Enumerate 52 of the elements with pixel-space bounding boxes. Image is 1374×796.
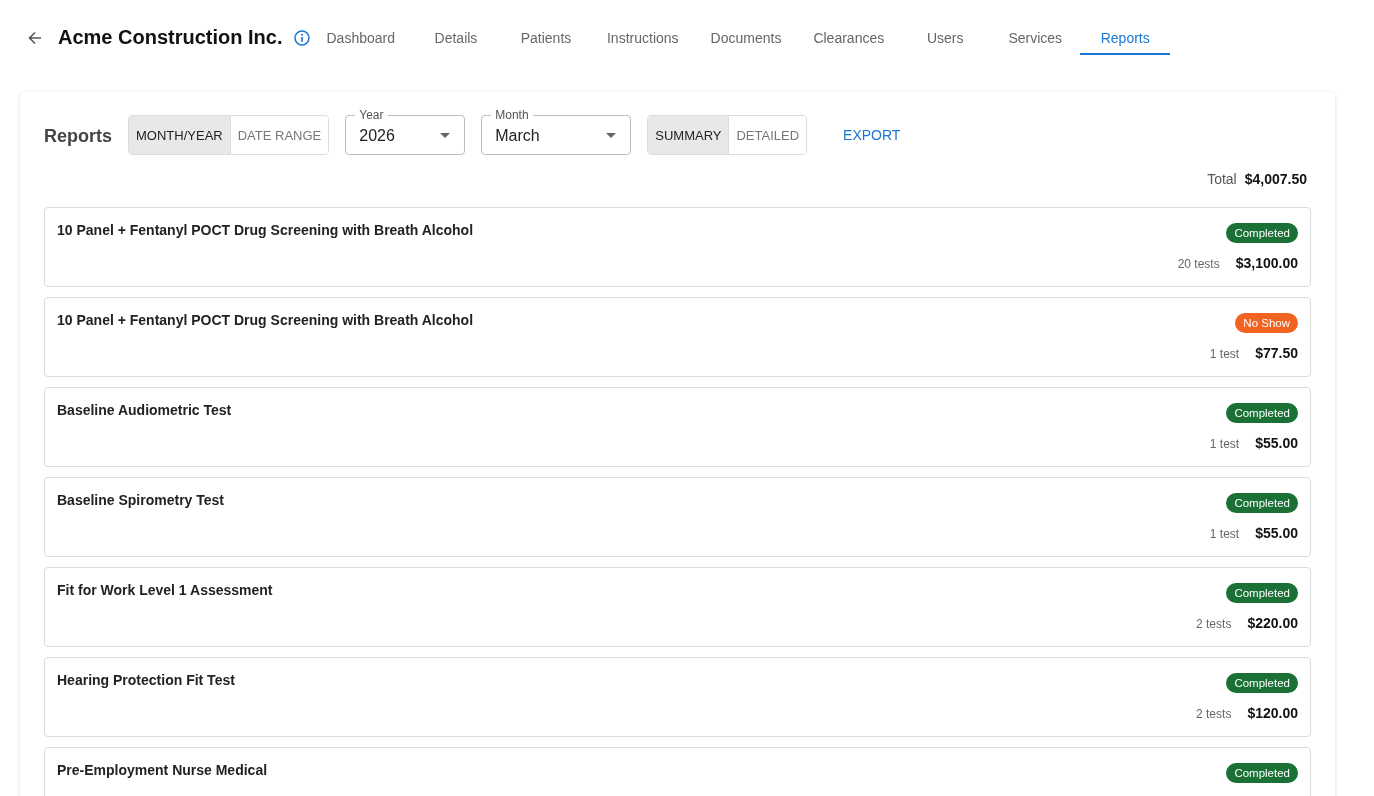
test-count: 2 tests xyxy=(1196,706,1232,723)
company-title: Acme Construction Inc. xyxy=(58,26,283,49)
test-count: 1 test xyxy=(1209,346,1240,363)
nav-tab[interactable]: Patients xyxy=(501,20,591,55)
total-amount: $4,007.50 xyxy=(1244,171,1307,187)
field-value: 2026 xyxy=(359,126,396,145)
toggle-button[interactable]: DATE RANGE xyxy=(229,116,329,154)
service-amount: $55.00 xyxy=(1255,434,1298,453)
toggle-button[interactable]: SUMMARY xyxy=(648,116,729,154)
test-count: 2 tests xyxy=(1196,616,1232,633)
service-name: Baseline Audiometric Test xyxy=(57,401,232,420)
service-name: Baseline Spirometry Test xyxy=(57,491,225,510)
service-amount: $3,100.00 xyxy=(1235,254,1298,273)
nav-tab[interactable]: Reports xyxy=(1080,20,1171,55)
nav-tab[interactable]: Details xyxy=(411,20,501,55)
info-icon[interactable] xyxy=(294,29,311,46)
service-amount: $77.50 xyxy=(1255,344,1298,363)
service-name: Pre-Employment Nurse Medical xyxy=(57,761,268,780)
status-badge: No Show xyxy=(1235,313,1298,333)
status-badge: Completed xyxy=(1226,493,1298,513)
section-title: Reports xyxy=(44,124,112,147)
nav-tab[interactable]: Clearances xyxy=(797,20,901,55)
back-arrow-icon xyxy=(28,30,42,45)
service-name: 10 Panel + Fentanyl POCT Drug Screening with Breath Alcohol xyxy=(57,221,474,240)
status-badge: Completed xyxy=(1226,403,1298,423)
export-button[interactable]: EXPORT xyxy=(831,121,913,149)
toggle-button[interactable]: MONTH/YEAR xyxy=(129,116,230,154)
status-badge: Completed xyxy=(1226,763,1298,783)
nav-tab[interactable]: Services xyxy=(990,20,1081,55)
toggle-button[interactable]: DETAILED xyxy=(728,116,807,154)
service-name: 10 Panel + Fentanyl POCT Drug Screening with Breath Alcohol xyxy=(57,311,474,330)
field-label: Year xyxy=(355,108,388,122)
caret-icon xyxy=(606,132,617,138)
total-label: Total xyxy=(1207,171,1237,187)
status-badge: Completed xyxy=(1226,223,1298,243)
service-amount: $120.00 xyxy=(1247,704,1298,723)
field-label: Month xyxy=(491,108,533,122)
test-count: 1 test xyxy=(1209,436,1240,453)
nav-tab[interactable]: Dashboard xyxy=(310,20,411,55)
nav-tab[interactable]: Users xyxy=(900,20,991,55)
test-count: 1 test xyxy=(1209,526,1240,543)
test-count: 20 tests xyxy=(1177,256,1220,273)
service-amount: $220.00 xyxy=(1247,614,1298,633)
nav-tab[interactable]: Documents xyxy=(694,20,798,55)
field-value: March xyxy=(495,126,541,145)
status-badge: Completed xyxy=(1226,673,1298,693)
caret-icon xyxy=(440,132,451,138)
service-name: Fit for Work Level 1 Assessment xyxy=(57,581,273,600)
status-badge: Completed xyxy=(1226,583,1298,603)
nav-tab[interactable]: Instructions xyxy=(591,20,695,55)
service-name: Hearing Protection Fit Test xyxy=(57,671,235,690)
service-amount: $55.00 xyxy=(1255,524,1298,543)
